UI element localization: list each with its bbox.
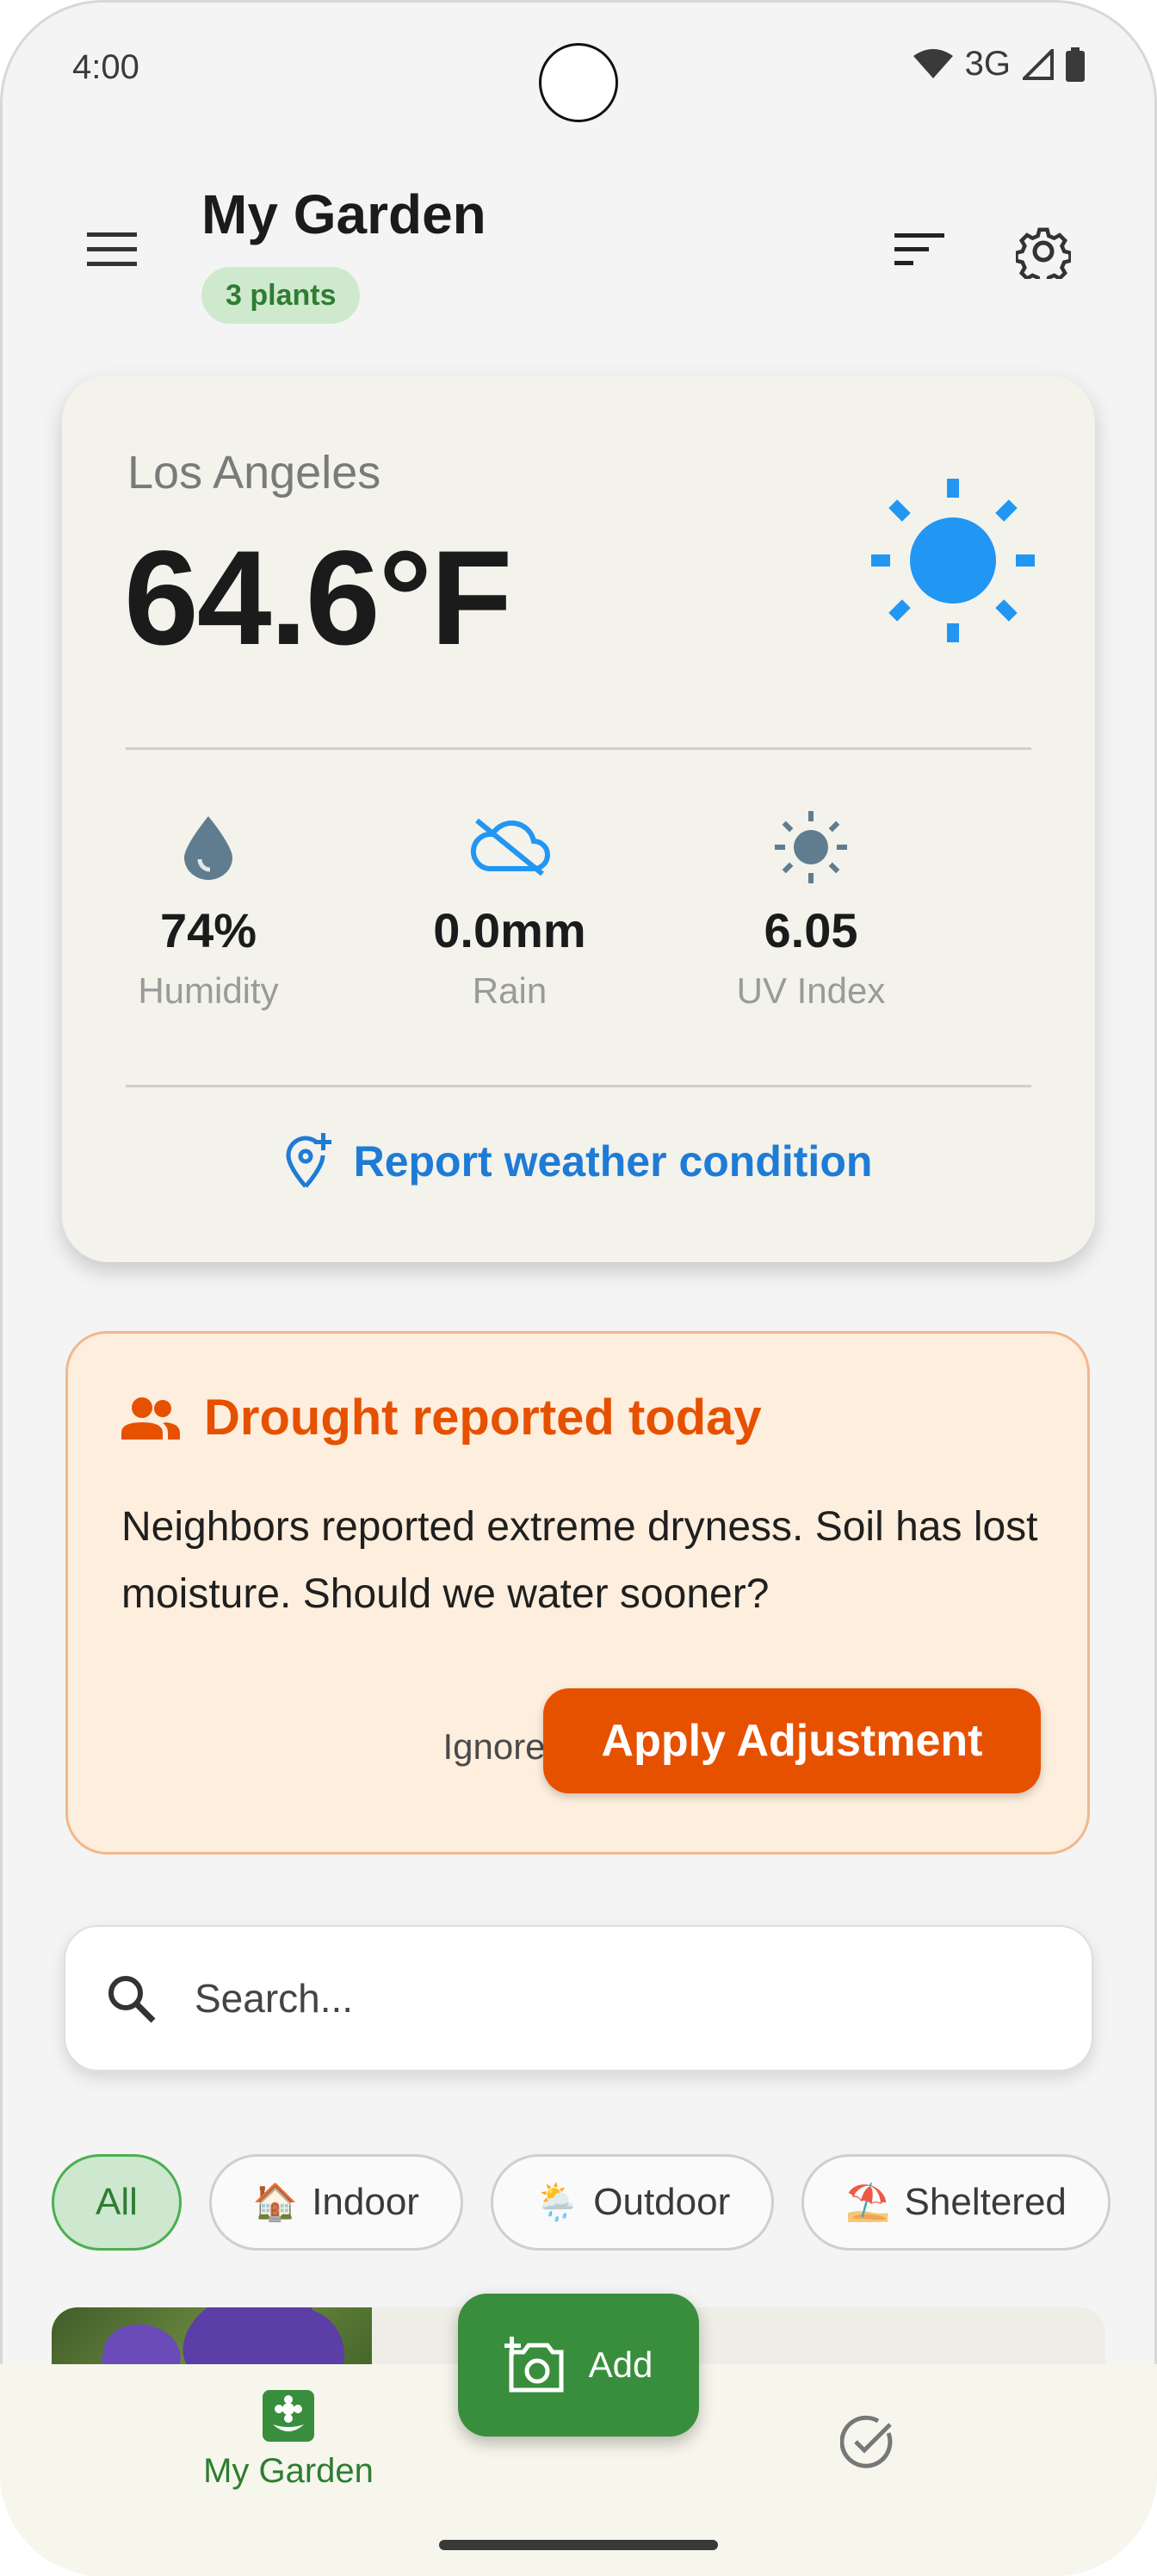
uv-label: UV Index bbox=[736, 970, 886, 1011]
wifi-icon bbox=[913, 48, 953, 80]
nav-my-garden[interactable]: My Garden bbox=[164, 2388, 413, 2491]
weather-divider bbox=[126, 747, 1031, 750]
add-button-label: Add bbox=[588, 2344, 653, 2385]
network-type: 3G bbox=[964, 45, 1011, 83]
group-icon bbox=[121, 1396, 180, 1440]
plant-count-badge: 3 plants bbox=[201, 267, 361, 324]
add-location-icon bbox=[286, 1133, 331, 1188]
status-time: 4:00 bbox=[72, 48, 139, 86]
search-icon bbox=[98, 1966, 164, 2031]
menu-icon bbox=[87, 232, 137, 266]
search-bar bbox=[64, 1925, 1093, 2071]
filter-chip-all[interactable]: All bbox=[52, 2154, 182, 2251]
uv-value: 6.05 bbox=[764, 903, 858, 957]
weather-temperature: 64.6°F bbox=[124, 523, 512, 673]
camera-cutout bbox=[539, 43, 618, 122]
garden-icon bbox=[263, 2390, 314, 2442]
drought-alert-card: Drought reported today Neighbors reporte… bbox=[65, 1331, 1090, 1855]
rain-value: 0.0mm bbox=[433, 903, 586, 957]
search-input[interactable] bbox=[193, 1974, 1014, 2022]
sun-icon bbox=[871, 479, 1035, 642]
signal-icon bbox=[1023, 48, 1054, 80]
filter-chip-label: Sheltered bbox=[904, 2181, 1067, 2223]
nav-tasks[interactable] bbox=[825, 2399, 911, 2485]
rain-stat: 0.0mm Rain bbox=[381, 806, 639, 1012]
water-drop-icon bbox=[184, 816, 232, 880]
home-indicator[interactable] bbox=[439, 2540, 718, 2550]
alert-header: Drought reported today bbox=[121, 1389, 762, 1446]
weather-divider-bottom bbox=[126, 1085, 1031, 1087]
alert-message: Neighbors reported extreme dryness. Soil… bbox=[121, 1504, 1038, 1617]
humidity-value: 74% bbox=[159, 903, 257, 957]
filter-chip-label: All bbox=[96, 2181, 138, 2223]
house-icon: 🏠 bbox=[252, 2181, 299, 2222]
status-icons: 3G bbox=[913, 45, 1085, 84]
humidity-label: Humidity bbox=[138, 970, 279, 1011]
nav-my-garden-label: My Garden bbox=[203, 2452, 374, 2490]
add-camera-icon bbox=[504, 2337, 564, 2393]
add-plant-button[interactable]: Add bbox=[458, 2294, 699, 2437]
sort-icon bbox=[894, 233, 944, 265]
report-weather-link[interactable]: Report weather condition bbox=[62, 1133, 1095, 1190]
filter-chips: All 🏠 Indoor 🌦️ Outdoor ⛱️ Sheltered bbox=[52, 2154, 1111, 2251]
filter-chip-outdoor[interactable]: 🌦️ Outdoor bbox=[490, 2154, 775, 2251]
umbrella-icon: ⛱️ bbox=[845, 2181, 891, 2222]
check-circle-icon bbox=[840, 2415, 893, 2468]
sun-rain-icon: 🌦️ bbox=[534, 2181, 580, 2222]
cloud-off-icon bbox=[470, 818, 550, 876]
filter-chip-indoor[interactable]: 🏠 Indoor bbox=[208, 2154, 463, 2251]
sort-button[interactable] bbox=[883, 215, 956, 284]
weather-card: Los Angeles 64.6°F 74% Humidity 0.0mm Ra… bbox=[62, 375, 1095, 1262]
alert-title: Drought reported today bbox=[204, 1390, 762, 1446]
battery-icon bbox=[1066, 46, 1085, 82]
menu-button[interactable] bbox=[77, 215, 146, 284]
phone-screen: 4:00 3G My Garden 3 plants Los Angeles 6… bbox=[0, 0, 1157, 2576]
filter-chip-label: Indoor bbox=[312, 2181, 419, 2223]
page-title: My Garden bbox=[201, 183, 486, 245]
weather-city: Los Angeles bbox=[127, 447, 381, 498]
settings-button[interactable] bbox=[1007, 215, 1080, 288]
report-weather-label: Report weather condition bbox=[353, 1137, 873, 1186]
filter-chip-sheltered[interactable]: ⛱️ Sheltered bbox=[801, 2154, 1111, 2251]
apply-adjustment-button[interactable]: Apply Adjustment bbox=[543, 1688, 1041, 1793]
gear-icon bbox=[1016, 227, 1071, 279]
filter-chip-label: Outdoor bbox=[593, 2181, 731, 2223]
rain-label: Rain bbox=[472, 970, 548, 1011]
uv-sun-icon bbox=[775, 811, 847, 883]
humidity-stat: 74% Humidity bbox=[79, 806, 337, 1012]
uv-stat: 6.05 UV Index bbox=[682, 806, 940, 1012]
